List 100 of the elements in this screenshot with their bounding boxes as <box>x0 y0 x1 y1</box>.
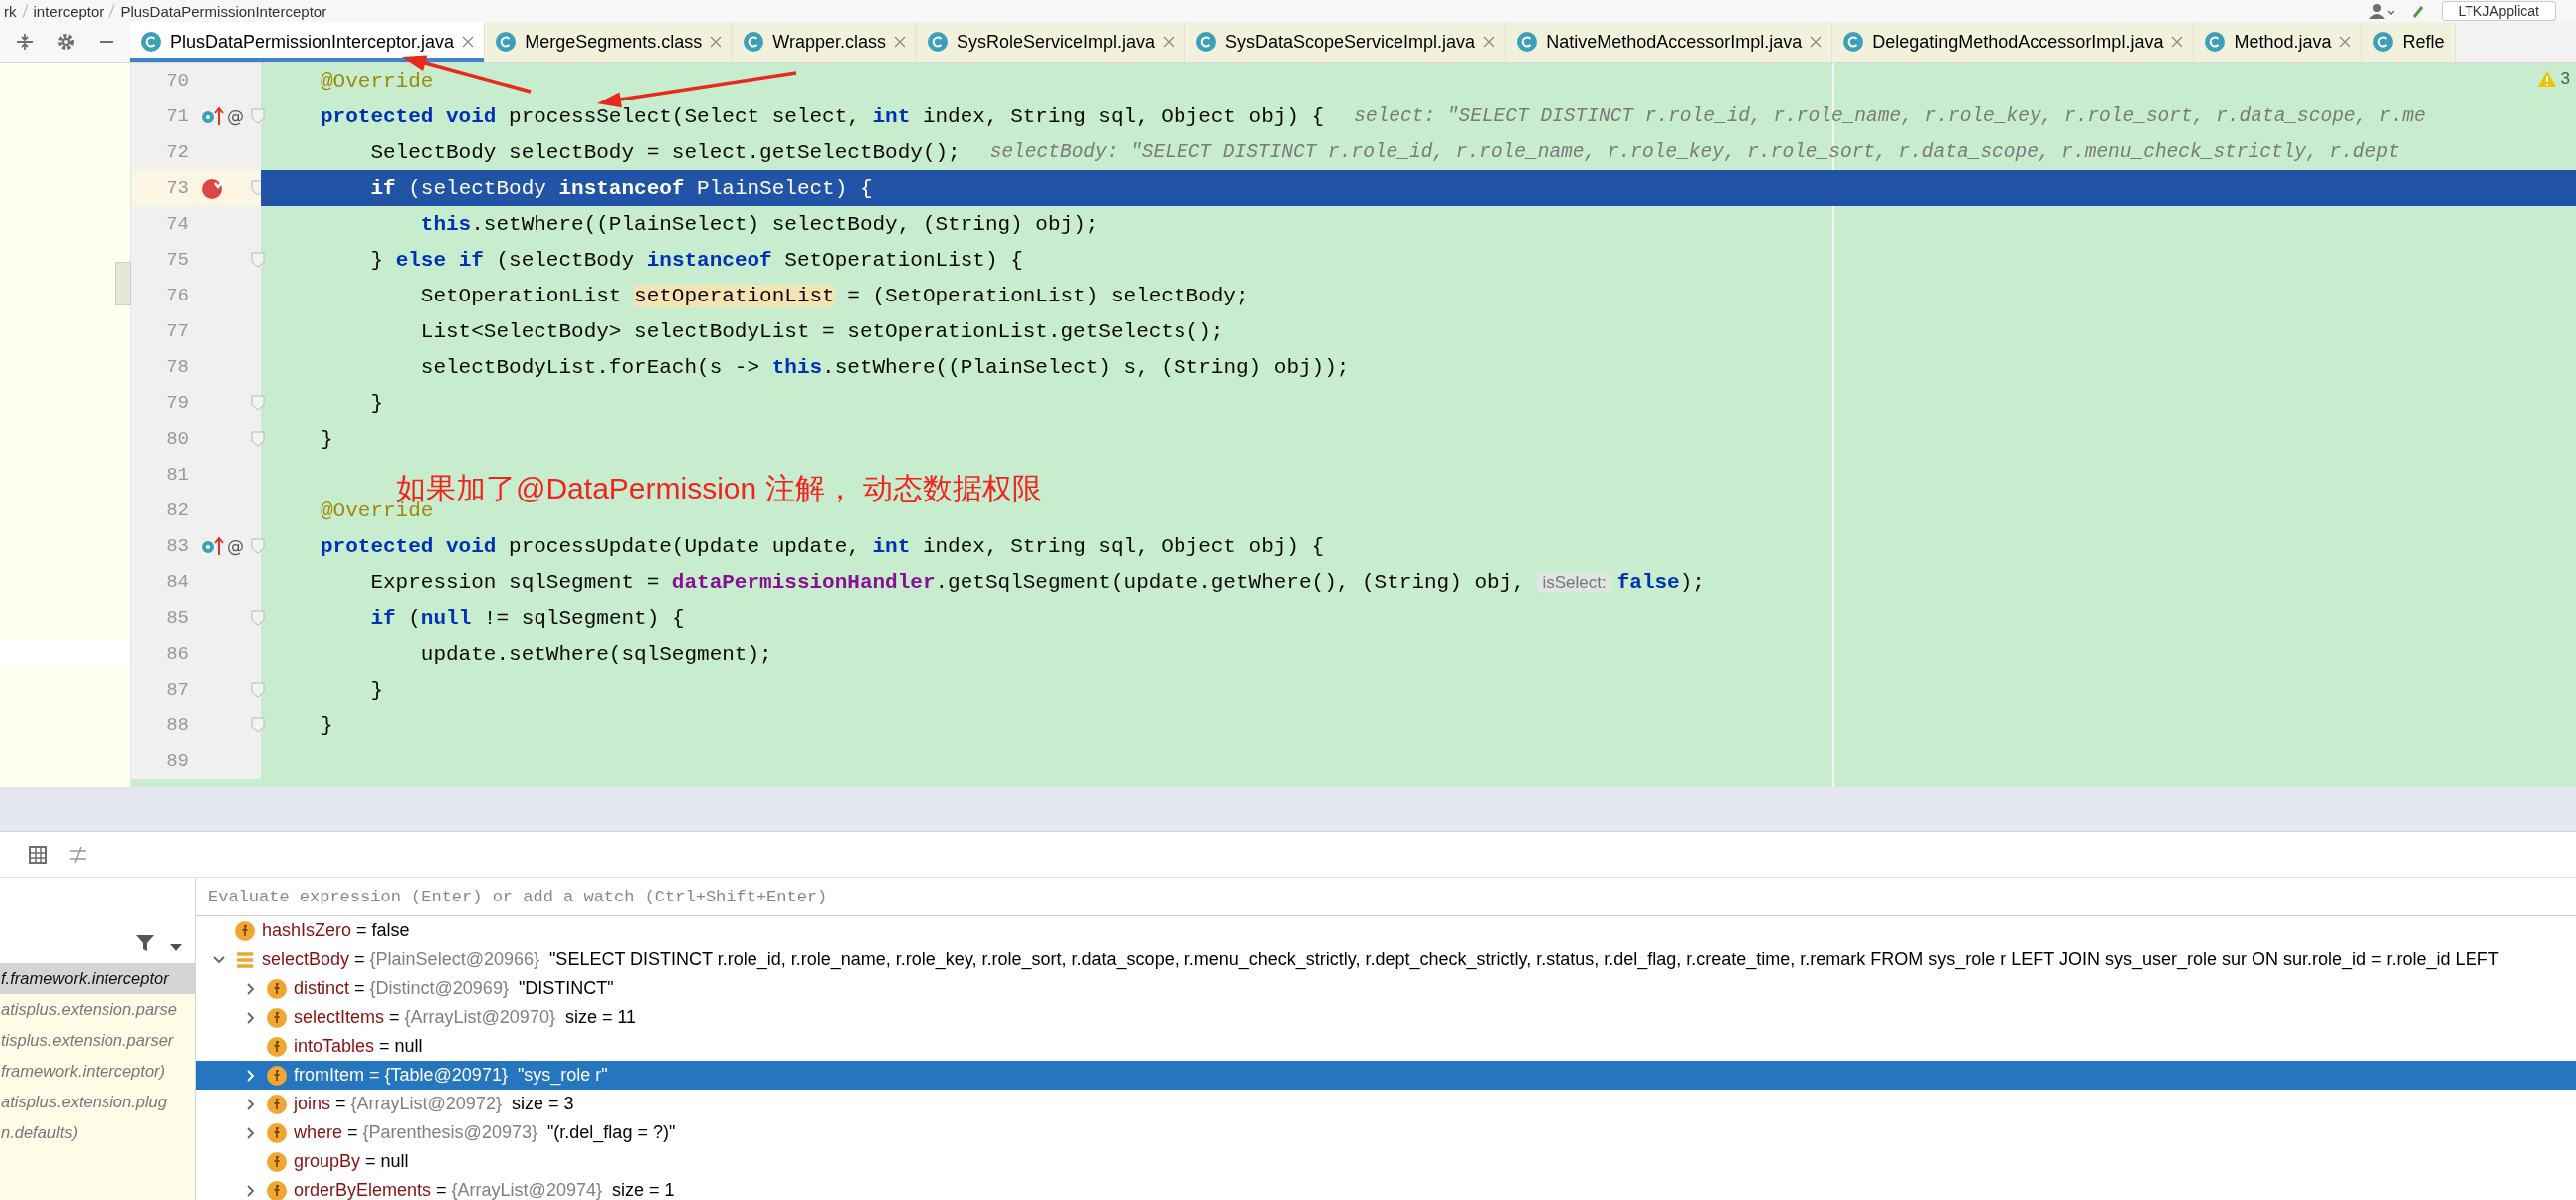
fold-marker-icon[interactable] <box>251 538 265 554</box>
code-line: selectBodyList.forEach(s -> this.setWhere((PlainSelect) s, (String) obj)); <box>419 355 1350 379</box>
fold-marker-icon[interactable] <box>251 610 265 626</box>
fold-marker-icon[interactable] <box>251 395 265 411</box>
code-line: SelectBody selectBody = select.getSelectBody(); <box>369 140 961 164</box>
line-number: 80 <box>165 428 189 450</box>
compare-icon[interactable] <box>68 844 88 865</box>
close-icon[interactable] <box>462 36 475 48</box>
breadcrumb-item[interactable]: interceptor <box>33 2 105 20</box>
class-icon <box>2372 31 2395 53</box>
class-icon <box>2204 31 2227 53</box>
editor-tab[interactable]: PlusDataPermissionInterceptor.java <box>130 22 486 62</box>
editor-tab[interactable]: MergeSegments.class <box>485 22 734 62</box>
class-icon <box>1842 31 1865 53</box>
variable-row[interactable]: fromItem = {Table@20971} "sys_role r" <box>196 1061 2576 1090</box>
code-line: } else if (selectBody instanceof SetOperationList) { <box>369 248 1023 272</box>
override-icon[interactable] <box>201 535 225 557</box>
line-number: 73 <box>165 177 189 199</box>
variable-text: hashIsZero = false <box>262 920 410 941</box>
warning-count[interactable]: 3 <box>2560 69 2570 89</box>
line-number: 85 <box>165 607 189 629</box>
stack-frame[interactable]: n.defaults) <box>0 1117 195 1148</box>
line-number: 74 <box>165 213 189 235</box>
breadcrumb-item[interactable]: rk <box>4 2 17 20</box>
variable-row[interactable]: selectItems = {ArrayList@20970} size = 11 <box>196 1003 2576 1032</box>
scrollbar-thumb[interactable] <box>115 262 131 305</box>
close-icon[interactable] <box>2339 36 2352 48</box>
code-line: if (null != sqlSegment) { <box>369 606 685 630</box>
variable-row[interactable]: distinct = {Distinct@20969} "DISTINCT" <box>196 974 2576 1003</box>
variable-text: intoTables = null <box>294 1036 423 1057</box>
settings-icon[interactable] <box>55 32 76 52</box>
class-icon <box>926 31 949 53</box>
line-number: 82 <box>165 500 189 521</box>
editor-tab[interactable]: SysRoleServiceImpl.java <box>916 22 1185 62</box>
fold-marker-icon[interactable] <box>251 717 265 733</box>
inline-value-hint: select: "SELECT DISTINCT r.role_id, r.role_name, r.role_key, r.role_sort, r.data_scope, r.me <box>1354 105 2426 127</box>
dropdown-icon[interactable] <box>169 943 183 953</box>
field-icon <box>266 1179 288 1200</box>
code-line: List<SelectBody> selectBodyList = setOperationList.getSelects(); <box>419 319 1224 343</box>
code-line: } <box>321 713 333 737</box>
stack-frame[interactable]: f.framework.interceptor <box>0 963 195 994</box>
fold-marker-icon[interactable] <box>251 431 265 447</box>
variable-text: groupBy = null <box>294 1151 409 1172</box>
class-icon <box>1516 31 1539 53</box>
stack-frame[interactable]: atisplus.extension.parse <box>0 994 195 1025</box>
line-number: 76 <box>165 285 189 306</box>
variable-row[interactable]: joins = {ArrayList@20972} size = 3 <box>196 1090 2576 1118</box>
code-line: protected void processSelect(Select select, int index, String sql, Object obj) { <box>321 104 1325 128</box>
code-line: } <box>369 678 383 701</box>
close-icon[interactable] <box>710 36 723 48</box>
editor-tab[interactable]: Refle <box>2362 22 2456 62</box>
user-icon[interactable] <box>2367 3 2394 19</box>
variable-row[interactable]: orderByElements = {ArrayList@20974} size = 1 <box>196 1176 2576 1200</box>
variable-row[interactable]: hashIsZero = false <box>196 916 2576 945</box>
field-icon <box>266 1121 288 1144</box>
breadcrumb-item[interactable]: PlusDataPermissionInterceptor <box>120 2 327 20</box>
field-icon <box>266 1035 288 1058</box>
editor-tab[interactable]: DelegatingMethodAccessorImpl.java <box>1832 22 2195 62</box>
run-config-dropdown[interactable]: LTKJApplicat <box>2441 1 2556 21</box>
fold-marker-icon[interactable] <box>251 682 265 698</box>
watch-input-field[interactable]: Evaluate expression (Enter) or add a watch (Ctrl+Shift+Enter) <box>196 878 2576 915</box>
override-icon[interactable] <box>201 105 225 127</box>
variable-row[interactable]: groupBy = null <box>196 1147 2576 1176</box>
variable-text: joins = {ArrayList@20972} size = 3 <box>294 1094 574 1114</box>
warning-icon[interactable] <box>2536 70 2557 88</box>
filter-icon[interactable] <box>135 933 155 953</box>
variable-row[interactable]: where = {Parenthesis@20973} "(r.del_flag = ?)" <box>196 1118 2576 1147</box>
annotation-marker[interactable]: @ <box>227 106 244 126</box>
editor-tab[interactable]: Wrapper.class <box>733 22 917 62</box>
editor-tab[interactable]: Method.java <box>2194 22 2363 62</box>
fold-marker-icon[interactable] <box>251 252 265 268</box>
editor-tab[interactable]: NativeMethodAccessorImpl.java <box>1506 22 1833 62</box>
table-icon[interactable] <box>28 844 48 865</box>
line-number: 70 <box>165 70 189 92</box>
variable-text: selectBody = {PlainSelect@20966} "SELECT DISTINCT r.role_id, r.role_name, r.role_key, r.role_sort, r.data_scope, r.menu_check_strictly, r.dept_check_strictly, r.status, r.del_flag, r.create_time, r.remark FROM sys_role r LEFT JOIN sys_user_role sur ON sur.role_id = r.role_id LEFT <box>262 949 2499 970</box>
line-number: 75 <box>165 249 189 271</box>
fold-marker-icon[interactable] <box>251 108 265 124</box>
class-icon <box>140 31 162 53</box>
line-number: 79 <box>165 392 189 414</box>
breakpoint-icon[interactable] <box>201 176 227 200</box>
line-number: 86 <box>165 643 189 665</box>
field-icon <box>266 1150 288 1173</box>
line-number: 89 <box>165 750 189 772</box>
line-number: 88 <box>165 714 189 736</box>
stack-frame[interactable]: tisplus.extension.parser <box>0 1025 195 1056</box>
line-number: 77 <box>165 320 189 342</box>
close-icon[interactable] <box>893 36 906 48</box>
close-icon[interactable] <box>2171 36 2184 48</box>
code-line: SetOperationList setOperationList = (SetOperationList) selectBody; <box>419 284 1249 307</box>
code-line: protected void processUpdate(Update update, int index, String sql, Object obj) { <box>321 534 1325 558</box>
stack-frame[interactable]: atisplus.extension.plug <box>0 1087 195 1117</box>
annotation-marker[interactable]: @ <box>227 536 244 556</box>
line-number: 84 <box>165 571 189 593</box>
variable-row[interactable]: intoTables = null <box>196 1032 2576 1061</box>
close-icon[interactable] <box>1163 36 1175 48</box>
stack-frame[interactable]: framework.interceptor) <box>0 1056 195 1087</box>
collapse-icon[interactable] <box>14 32 35 52</box>
close-icon[interactable] <box>1483 36 1496 48</box>
editor-tab[interactable]: SysDataScopeServiceImpl.java <box>1185 22 1507 62</box>
close-icon[interactable] <box>1810 36 1823 48</box>
